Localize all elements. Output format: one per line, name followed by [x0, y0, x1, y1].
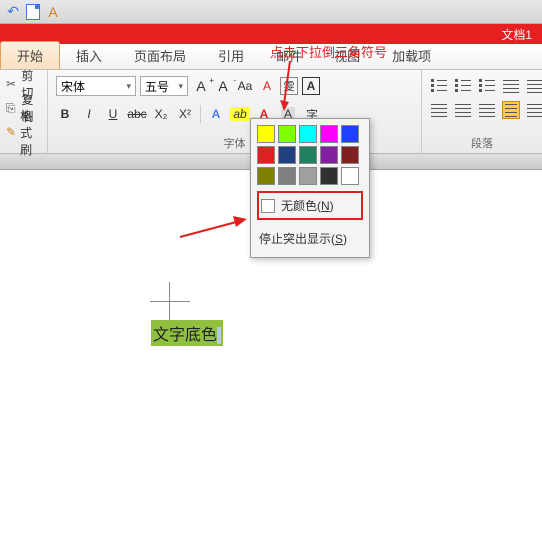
undo-icon: ↶: [7, 3, 19, 20]
bullet-list-icon: [431, 79, 447, 93]
color-swatch[interactable]: [257, 125, 275, 143]
annotation-arrow-icon: [280, 56, 300, 116]
italic-button[interactable]: I: [80, 105, 98, 123]
bold-button[interactable]: B: [56, 105, 74, 123]
subscript-button[interactable]: X₂: [152, 105, 170, 123]
color-swatch[interactable]: [341, 146, 359, 164]
color-swatch[interactable]: [299, 125, 317, 143]
highlight-button[interactable]: ab ▾: [231, 105, 249, 123]
shrink-font-button[interactable]: A-: [214, 77, 232, 95]
align-right-icon: [479, 104, 495, 116]
text-cursor-cross: [150, 282, 190, 322]
number-list-button[interactable]: [454, 77, 472, 95]
no-color-menuitem[interactable]: 无颜色(N): [257, 191, 363, 220]
multilevel-list-button[interactable]: [478, 77, 496, 95]
brush-icon: А: [48, 4, 57, 20]
number-list-icon: [455, 79, 471, 93]
align-right-button[interactable]: [478, 101, 496, 119]
font-group-label: 字体: [224, 135, 246, 151]
format-painter-button[interactable]: 格式刷: [0, 120, 47, 144]
color-swatch[interactable]: [320, 146, 338, 164]
text-effects-button[interactable]: A: [207, 105, 225, 123]
multilevel-icon: [479, 79, 495, 93]
decrease-indent-button[interactable]: [502, 77, 520, 95]
color-swatch[interactable]: [278, 125, 296, 143]
char-border-button[interactable]: A: [302, 77, 320, 95]
superscript-button[interactable]: X²: [176, 105, 194, 123]
clipboard-group: 剪切 复制 格式刷: [0, 70, 48, 153]
grow-font-button[interactable]: A+: [192, 77, 210, 95]
color-swatch[interactable]: [299, 167, 317, 185]
align-left-icon: [431, 104, 447, 116]
sample-highlighted-text[interactable]: 文字底色: [151, 320, 223, 346]
outdent-icon: [503, 80, 519, 92]
new-doc-button[interactable]: [24, 3, 42, 21]
increase-indent-button[interactable]: [526, 77, 542, 95]
tab-layout[interactable]: 页面布局: [118, 42, 202, 69]
font-size-combo[interactable]: 五号: [140, 76, 188, 96]
color-swatch[interactable]: [257, 167, 275, 185]
color-swatch[interactable]: [278, 146, 296, 164]
title-bar: 文档1: [0, 24, 542, 44]
format-painter-qa[interactable]: А: [44, 3, 62, 21]
color-swatch[interactable]: [257, 146, 275, 164]
copy-icon: [6, 101, 17, 115]
strike-button[interactable]: abc: [128, 105, 146, 123]
quick-access-toolbar: ↶ А: [0, 0, 542, 24]
tab-home[interactable]: 开始: [0, 41, 60, 69]
para-group-label: 段落: [471, 135, 493, 151]
paintbrush-icon: [6, 125, 16, 139]
justify-button[interactable]: [502, 101, 520, 119]
no-color-icon: [261, 199, 275, 213]
indent-icon: [527, 80, 542, 92]
font-name-combo[interactable]: 宋体: [56, 76, 136, 96]
clear-format-button[interactable]: A: [258, 77, 276, 95]
distribute-button[interactable]: [526, 101, 542, 119]
bullet-list-button[interactable]: [430, 77, 448, 95]
change-case-button[interactable]: Aa: [236, 77, 254, 95]
color-swatch[interactable]: [341, 167, 359, 185]
distribute-icon: [527, 104, 542, 116]
tab-reference[interactable]: 引用: [202, 42, 260, 69]
annotation-arrow-icon: [175, 215, 255, 245]
color-swatch[interactable]: [299, 146, 317, 164]
align-center-button[interactable]: [454, 101, 472, 119]
color-swatch[interactable]: [278, 167, 296, 185]
color-swatch[interactable]: [320, 167, 338, 185]
stop-highlight-menuitem[interactable]: 停止突出显示(S): [257, 226, 363, 251]
align-left-button[interactable]: [430, 101, 448, 119]
tab-insert[interactable]: 插入: [60, 42, 118, 69]
undo-button[interactable]: ↶: [4, 3, 22, 21]
color-swatch[interactable]: [341, 125, 359, 143]
document-icon: [26, 4, 40, 20]
justify-icon: [505, 104, 517, 116]
document-title: 文档1: [501, 26, 532, 43]
color-grid: [257, 125, 363, 185]
underline-button[interactable]: U: [104, 105, 122, 123]
highlight-color-popup: 无颜色(N) 停止突出显示(S): [250, 118, 370, 258]
color-swatch[interactable]: [320, 125, 338, 143]
scissors-icon: [6, 77, 17, 91]
align-center-icon: [455, 104, 471, 116]
paragraph-group: 段落: [422, 70, 542, 153]
